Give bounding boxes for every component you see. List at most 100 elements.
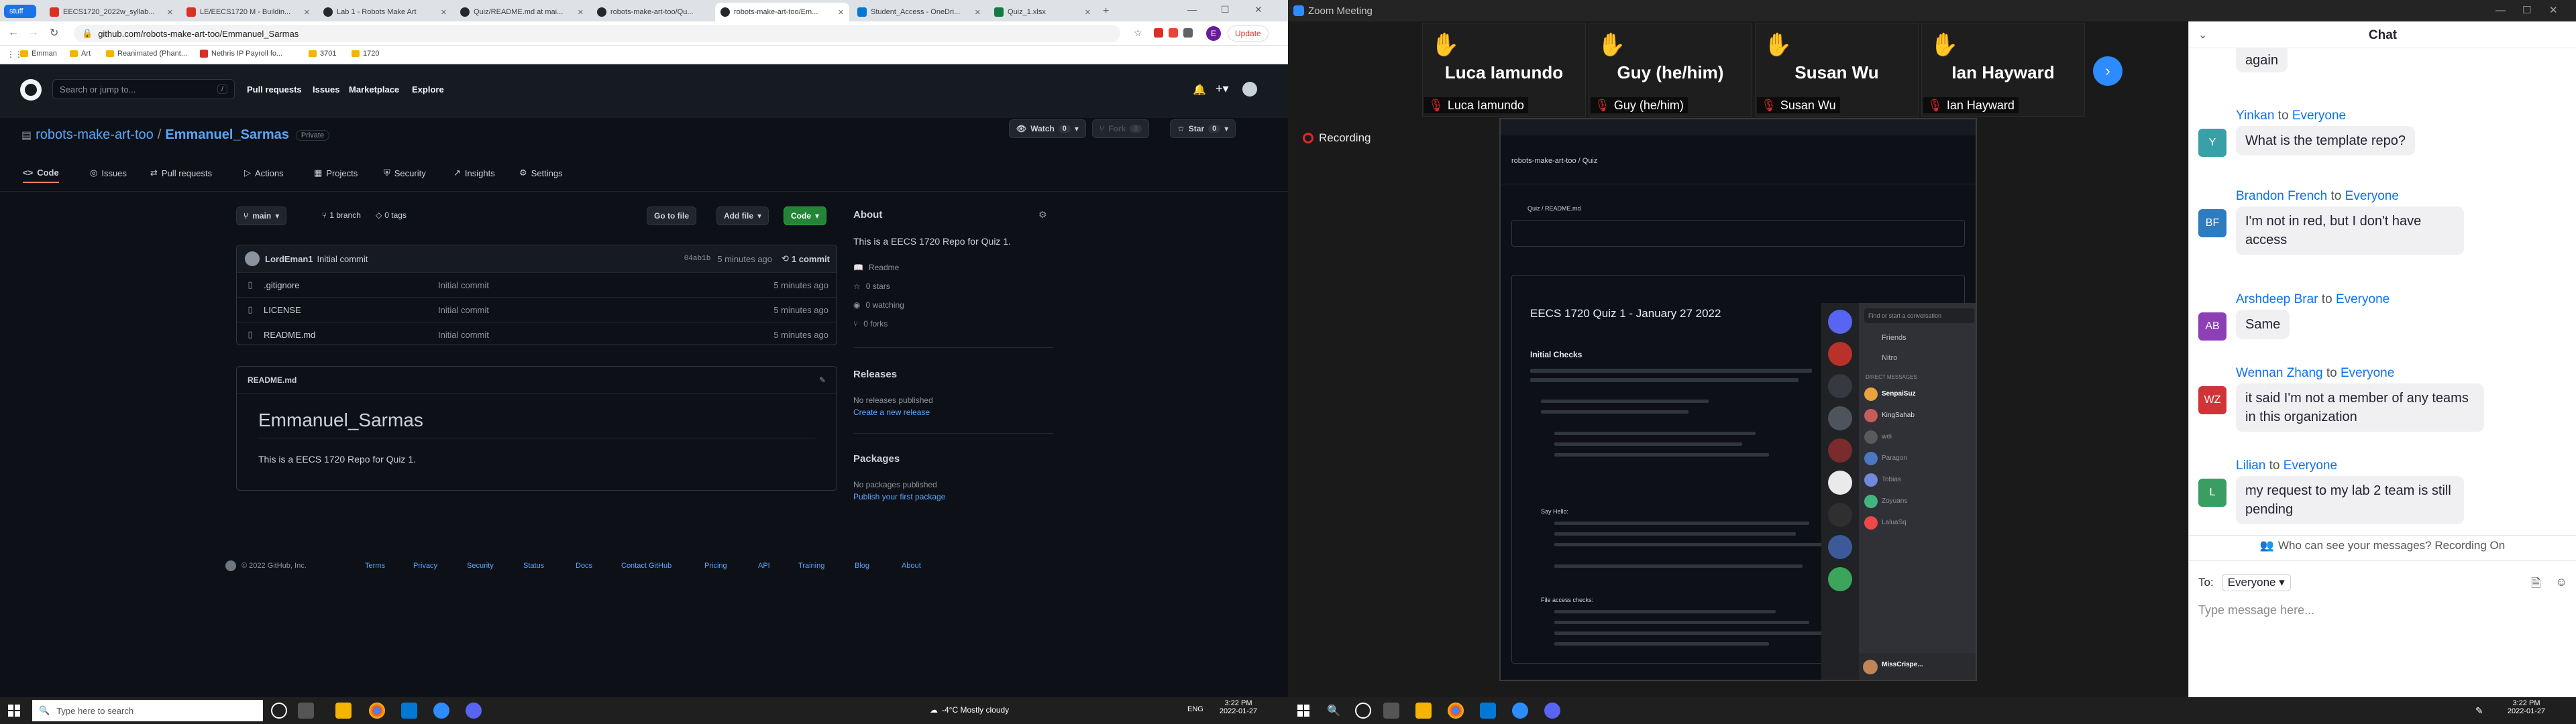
add-file-button[interactable]: Add file ▾ (716, 206, 769, 225)
weather-widget[interactable]: ☁ -4°C Mostly cloudy (930, 705, 1009, 715)
browser-tab[interactable]: EECS1720_2022w_syllab... ✕ (44, 3, 178, 21)
tab-pull-requests[interactable]: ⇄ Pull requests (150, 163, 212, 183)
footer-link[interactable]: Training (798, 562, 824, 570)
branch-selector[interactable]: ⑂ main ▾ (236, 206, 287, 225)
footer-link[interactable]: Privacy (413, 562, 437, 570)
file-name[interactable]: LICENSE (264, 305, 438, 315)
task-view-icon[interactable] (298, 703, 314, 719)
user-avatar[interactable] (1242, 82, 1257, 97)
fork-button[interactable]: ⑂ Fork 0 (1092, 119, 1150, 138)
chrome-icon[interactable] (369, 703, 385, 719)
task-view-icon[interactable] (1383, 703, 1399, 719)
file-commit-message[interactable]: Initial commit (438, 305, 706, 315)
close-tab-icon[interactable]: ✕ (838, 8, 844, 17)
maximize-icon[interactable]: ☐ (2522, 4, 2531, 16)
bookmark-item[interactable]: Emman (20, 50, 57, 58)
go-to-file-button[interactable]: Go to file (647, 206, 696, 225)
browser-tab[interactable]: Quiz/README.md at mai... ✕ (455, 3, 589, 21)
commit-hash[interactable]: 04ab1b (684, 255, 711, 263)
watch-button[interactable]: 👁 Watch 0 ▾ (1009, 119, 1086, 138)
tab-group-stuff[interactable]: stuff (4, 5, 36, 18)
footer-link[interactable]: Contact GitHub (621, 562, 672, 570)
tab-settings[interactable]: ⚙ Settings (519, 163, 563, 183)
participant-tile[interactable]: ✋ Guy (he/him) 🎙 Guy (he/him) (1589, 23, 1752, 117)
update-button[interactable]: Update (1228, 25, 1269, 42)
star-button[interactable]: ☆ Star 0 ▾ (1170, 119, 1236, 138)
minimize-icon[interactable]: — (1187, 4, 1197, 15)
address-bar[interactable]: 🔒 github.com/robots-make-art-too/Emmanue… (74, 25, 1120, 42)
minimize-icon[interactable]: — (2496, 5, 2506, 16)
bookmark-item[interactable]: 1720 (352, 50, 379, 58)
profile-avatar[interactable]: E (1206, 26, 1221, 41)
browser-tab[interactable]: robots-make-art-too/Qu...✕ (592, 3, 726, 21)
extensions-puzzle-icon[interactable] (1183, 28, 1193, 38)
commit-message[interactable]: Initial commit (317, 254, 368, 264)
cortana-icon[interactable] (271, 703, 287, 719)
close-tab-icon[interactable]: ✕ (441, 8, 447, 17)
file-explorer-icon[interactable] (1415, 703, 1432, 719)
browser-tab[interactable]: Student_Access - OneDri... ✕ (852, 3, 986, 21)
create-release-link[interactable]: Create a new release (853, 408, 930, 417)
shared-screen[interactable]: robots-make-art-too / Quiz Quiz / README… (1499, 118, 1977, 681)
github-search-input[interactable]: Search or jump to... / (52, 79, 235, 99)
who-can-see-link[interactable]: 👥 Who can see your messages? Recording O… (2189, 539, 2576, 552)
new-tab-icon[interactable]: + (1103, 5, 1109, 17)
discord-icon[interactable] (466, 703, 482, 719)
close-window-icon[interactable]: ✕ (1254, 4, 1263, 15)
star-bookmark-icon[interactable]: ☆ (1134, 27, 1142, 39)
repo-owner-link[interactable]: robots-make-art-too (36, 127, 154, 143)
file-row[interactable]: ▯ .gitignore Initial commit 5 minutes ag… (237, 272, 837, 297)
file-row[interactable]: ▯ README.md Initial commit 5 minutes ago (237, 322, 837, 345)
next-page-arrow-icon[interactable]: › (2093, 56, 2123, 86)
plus-menu-icon[interactable]: +▾ (1216, 82, 1229, 96)
tab-insights[interactable]: ↗ Insights (453, 163, 495, 183)
vscode-icon[interactable] (1480, 703, 1496, 719)
participant-tile[interactable]: ✋ Ian Hayward 🎙 Ian Hayward (1921, 23, 2085, 117)
taskbar-search-input[interactable]: 🔍 Type here to search (32, 700, 263, 721)
browser-tab[interactable]: Lab 1 - Robots Make Art ✕ (318, 3, 452, 21)
browser-tab[interactable]: Quiz_1.xlsx ✕ (989, 3, 1096, 21)
file-name[interactable]: .gitignore (264, 280, 438, 290)
bookmark-item[interactable]: Nethris IP Payroll fo... (200, 50, 282, 58)
file-commit-message[interactable]: Initial commit (438, 280, 706, 290)
watching-link[interactable]: ◉ 0 watching (853, 300, 904, 310)
bookmark-item[interactable]: Art (70, 50, 91, 58)
nav-pull-requests[interactable]: Pull requests (247, 84, 302, 95)
zoom-icon[interactable] (1512, 703, 1528, 719)
commit-author[interactable]: LordEman1 (265, 254, 313, 264)
file-icon[interactable]: 🗎 (2531, 575, 2540, 595)
close-window-icon[interactable]: ✕ (2549, 4, 2558, 16)
repo-name-link[interactable]: Emmanuel_Sarmas (165, 127, 289, 143)
footer-link[interactable]: Terms (365, 562, 385, 570)
chat-input[interactable]: Type message here... (2198, 603, 2567, 630)
commit-count-link[interactable]: 1 commit (792, 254, 830, 264)
emoji-icon[interactable]: ☺ (2555, 575, 2567, 589)
footer-link[interactable]: Blog (855, 562, 869, 570)
nav-marketplace[interactable]: Marketplace (349, 84, 399, 95)
back-icon[interactable]: ← (8, 27, 19, 39)
recipient-dropdown[interactable]: Everyone ▾ (2221, 574, 2291, 591)
file-commit-message[interactable]: Initial commit (438, 330, 706, 340)
maximize-icon[interactable]: ☐ (1221, 4, 1230, 15)
nav-explore[interactable]: Explore (412, 84, 444, 95)
tab-security[interactable]: ⛨ Security (384, 163, 426, 183)
pen-icon[interactable]: ✎ (2475, 705, 2483, 717)
discord-icon[interactable] (1544, 703, 1560, 719)
footer-link[interactable]: Security (467, 562, 494, 570)
clock[interactable]: 3:22 PM 2022-01-27 (2500, 699, 2553, 715)
nav-issues[interactable]: Issues (313, 84, 339, 95)
participant-tile[interactable]: ✋ Luca Iamundo 🎙 Luca Iamundo (1422, 23, 1586, 117)
file-name[interactable]: README.md (264, 330, 438, 340)
extension-icon[interactable] (1154, 28, 1163, 38)
footer-link[interactable]: Status (523, 562, 544, 570)
footer-link[interactable]: Docs (576, 562, 592, 570)
file-row[interactable]: ▯ LICENSE Initial commit 5 minutes ago (237, 297, 837, 322)
packages-heading[interactable]: Packages (853, 453, 900, 465)
close-tab-icon[interactable]: ✕ (975, 8, 981, 17)
close-tab-icon[interactable]: ✕ (1085, 8, 1091, 17)
code-button[interactable]: Code ▾ (784, 206, 827, 225)
gear-icon[interactable]: ⚙ (1038, 209, 1047, 221)
clock[interactable]: 3:22 PM 2022-01-27 (1212, 699, 1265, 715)
forward-icon[interactable]: → (28, 27, 39, 39)
close-tab-icon[interactable]: ✕ (304, 8, 310, 17)
